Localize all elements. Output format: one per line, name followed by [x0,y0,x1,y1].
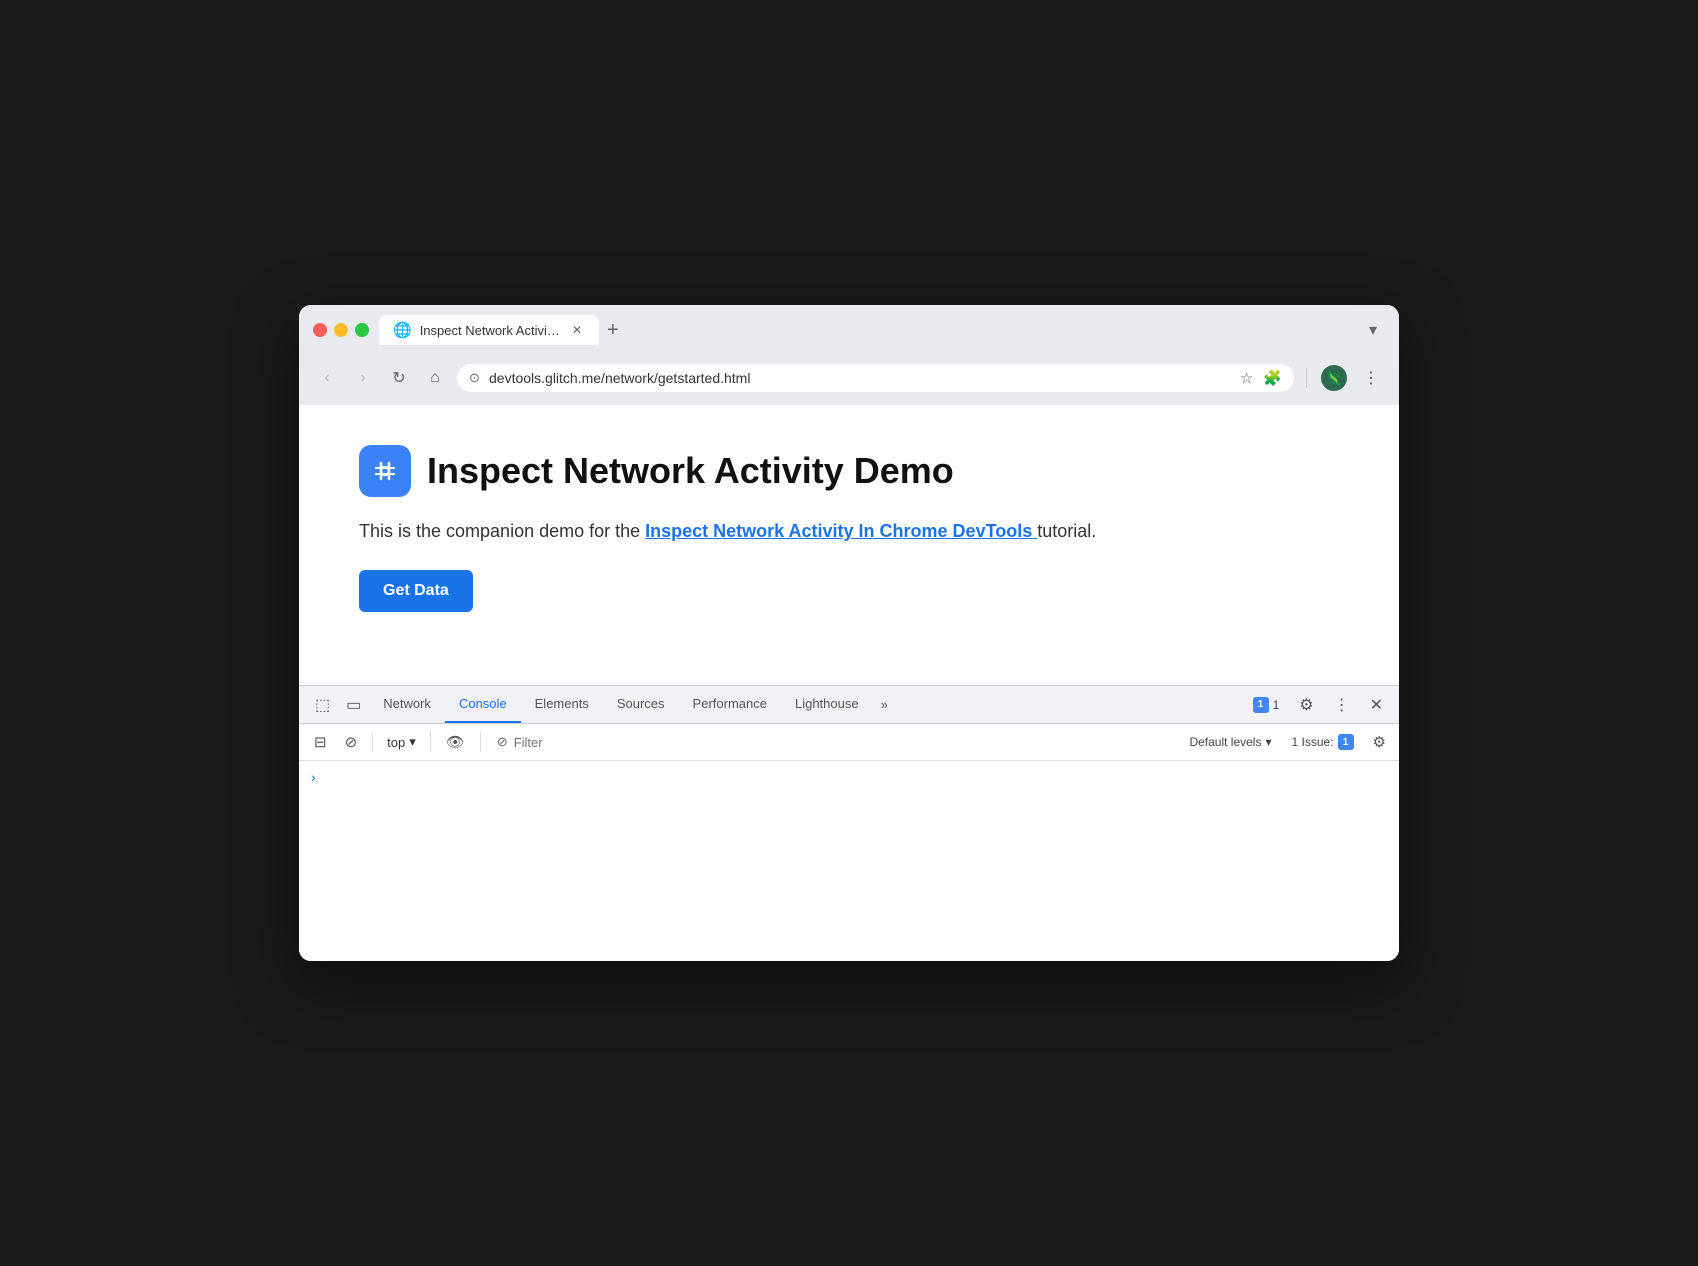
device-mode-icon: ▭ [346,695,361,715]
context-dropdown[interactable]: top ▾ [381,730,422,754]
tab-lighthouse[interactable]: Lighthouse [781,686,873,723]
tab-network[interactable]: Network [369,686,445,723]
console-sidebar-icon: ⊟ [314,733,327,751]
close-window-button[interactable] [313,323,327,337]
tab-title: Inspect Network Activity Dem [420,323,561,338]
active-tab[interactable]: 🌐 Inspect Network Activity Dem ✕ [379,315,599,345]
star-icon: ☆ [1240,370,1253,387]
get-data-button[interactable]: Get Data [359,570,473,612]
devtools-link[interactable]: Inspect Network Activity In Chrome DevTo… [645,521,1037,541]
address-bar: ‹ › ↻ ⌂ ⊙ ☆ 🧩 [299,353,1399,405]
minimize-window-button[interactable] [334,323,348,337]
live-expressions-button[interactable]: 👁 [439,728,472,756]
separator [1306,368,1307,388]
filter-icon: ⊘ [497,734,508,750]
tab-sources[interactable]: Sources [603,686,679,723]
browser-menu-icon: ⋮ [1363,368,1379,388]
console-separator-3 [480,732,481,752]
console-toolbar: ⊟ ⊘ top ▾ 👁 ⊘ Default levels [299,724,1399,761]
console-sidebar-button[interactable]: ⊟ [307,728,334,756]
tab-menu-button[interactable]: ▾ [1361,316,1385,344]
context-dropdown-arrow: ▾ [409,734,416,750]
devtools-panel: ⬚ ▭ Network Console Elements Sources Per… [299,685,1399,961]
console-body: › [299,761,1399,961]
devtools-settings-button[interactable]: ⚙ [1291,687,1321,723]
reload-icon: ↻ [392,368,405,388]
back-icon: ‹ [324,369,329,387]
tab-favicon-icon: 🌐 [393,321,412,339]
url-bar-wrapper: ⊙ ☆ 🧩 [457,364,1294,392]
address-bar-actions: 🦎 ⋮ [1302,361,1385,395]
tab-console[interactable]: Console [445,686,521,723]
browser-menu-button[interactable]: ⋮ [1357,364,1385,392]
new-tab-button[interactable]: + [599,316,627,344]
tab-close-button[interactable]: ✕ [569,322,585,338]
title-bar: 🌐 Inspect Network Activity Dem ✕ + ▾ [299,305,1399,353]
back-button[interactable]: ‹ [313,364,341,392]
url-actions: ☆ 🧩 [1238,367,1284,389]
devtools-tabs: ⬚ ▭ Network Console Elements Sources Per… [299,686,1399,724]
page-header: Inspect Network Activity Demo [359,445,1339,497]
devtools-menu-icon: ⋮ [1334,695,1350,715]
forward-icon: › [360,369,365,387]
extensions-icon: 🧩 [1263,370,1282,387]
console-settings-button[interactable]: ⚙ [1368,728,1391,756]
browser-window: 🌐 Inspect Network Activity Dem ✕ + ▾ ‹ ›… [299,305,1399,961]
page-content: Inspect Network Activity Demo This is th… [299,405,1399,685]
devtools-close-button[interactable]: ✕ [1362,687,1391,723]
home-icon: ⌂ [430,369,440,387]
clear-console-icon: ⊘ [345,733,358,751]
tab-elements[interactable]: Elements [521,686,603,723]
filter-wrapper: ⊘ [489,734,1180,750]
issue-count-button[interactable]: 1 Issue: 1 [1286,730,1360,754]
device-mode-button[interactable]: ▭ [338,687,369,723]
devtools-menu-button[interactable]: ⋮ [1326,687,1358,723]
tab-performance[interactable]: Performance [679,686,781,723]
forward-button[interactable]: › [349,364,377,392]
page-logo [359,445,411,497]
page-description: This is the companion demo for the Inspe… [359,521,1339,542]
console-separator-2 [430,732,431,752]
log-levels-button[interactable]: Default levels ▾ [1183,731,1277,753]
description-before: This is the companion demo for the [359,521,645,541]
issue-count-badge: 1 [1338,734,1354,750]
description-after: tutorial. [1037,521,1096,541]
issues-badge-icon: 1 [1253,697,1269,713]
devtools-settings-icon: ⚙ [1299,695,1313,715]
tab-bar: 🌐 Inspect Network Activity Dem ✕ + [379,315,1351,345]
console-chevron[interactable]: › [311,769,316,785]
issues-badge-button[interactable]: 1 1 [1245,693,1288,717]
title-bar-top: 🌐 Inspect Network Activity Dem ✕ + ▾ [313,315,1385,345]
log-levels-arrow: ▾ [1265,735,1271,749]
inspect-icon: ⬚ [315,695,330,715]
eye-icon: 👁 [446,733,465,751]
url-security-icon: ⊙ [469,370,480,386]
filter-input[interactable] [514,735,1172,750]
devtools-right-actions: 1 1 ⚙ ⋮ ✕ [1245,687,1391,723]
extensions-button[interactable]: 🧩 [1261,367,1284,389]
page-title: Inspect Network Activity Demo [427,450,954,492]
reload-button[interactable]: ↻ [385,364,413,392]
bookmark-button[interactable]: ☆ [1238,367,1255,389]
console-right-actions: Default levels ▾ 1 Issue: 1 ⚙ [1183,728,1391,756]
url-input[interactable] [457,364,1294,392]
console-separator-1 [372,732,373,752]
window-controls [313,323,369,337]
glitch-logo-svg [367,453,403,489]
clear-console-button[interactable]: ⊘ [338,728,365,756]
console-settings-icon: ⚙ [1373,734,1386,751]
avatar: 🦎 [1321,365,1347,391]
inspect-element-button[interactable]: ⬚ [307,687,338,723]
more-tabs-button[interactable]: » [873,689,896,720]
maximize-window-button[interactable] [355,323,369,337]
devtools-close-icon: ✕ [1370,695,1383,715]
home-button[interactable]: ⌂ [421,364,449,392]
profile-button[interactable]: 🦎 [1315,361,1353,395]
